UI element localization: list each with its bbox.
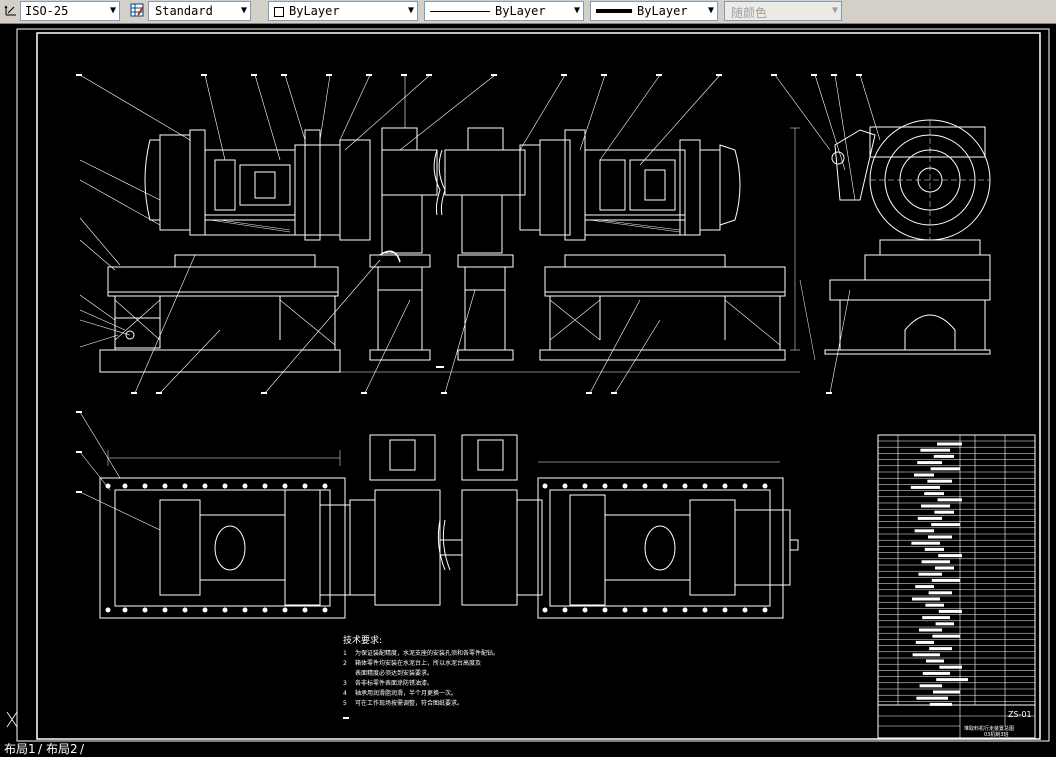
tab-separator-icon: / [38, 742, 43, 756]
tech-note-1: 为保证装配精度，水泥支座的安装孔须和各零件配钻。 [355, 649, 499, 657]
tech-note-2: 箱体零件均安装在水泥台上，所以水泥台高度及 [355, 659, 481, 667]
table-style-select[interactable]: Standard ▼ [148, 1, 251, 21]
tech-note-3: 各非标零件表面涂防锈油漆。 [355, 679, 433, 687]
parts-list-cell-text [914, 529, 934, 533]
chevron-down-icon: ▼ [109, 5, 116, 16]
parts-list-cell-text [917, 461, 942, 465]
parts-list-cell-text [919, 628, 942, 632]
parts-list-cell-text [934, 510, 954, 514]
color-select[interactable]: ByLayer ▼ [268, 1, 418, 21]
parts-list-cell-text [915, 585, 934, 589]
tech-note-5-num: 5 [343, 700, 347, 707]
linetype-value: ByLayer [495, 4, 546, 18]
lineweight-select[interactable]: ByLayer ▼ [590, 1, 718, 21]
tech-note-2-num: 2 [343, 660, 347, 667]
linetype-preview-icon [430, 11, 490, 12]
parts-list-cell-text [937, 442, 962, 446]
parts-list-cell-text [931, 578, 960, 582]
parts-list-cell-text [928, 535, 952, 539]
parts-list-cell-text [921, 504, 950, 508]
parts-list-cell-text [920, 448, 950, 452]
parts-list-cell-text [927, 479, 952, 483]
tab-layout1[interactable]: 布局1 [4, 742, 36, 757]
ucs-icon [6, 711, 18, 728]
chevron-down-icon: ▼ [573, 5, 580, 16]
front-view [76, 74, 881, 394]
plot-style-value: 随颜色 [731, 6, 768, 20]
parts-list-cell-text [917, 516, 942, 520]
parts-list-cell-text [924, 492, 944, 496]
parts-list-cell-text [924, 547, 944, 551]
lineweight-value: ByLayer [637, 4, 688, 18]
linetype-select[interactable]: ByLayer ▼ [424, 1, 584, 21]
chevron-down-icon: ▼ [407, 5, 414, 16]
parts-list-cell-text [919, 684, 942, 688]
parts-list-cell-text [922, 671, 950, 675]
lineweight-preview-icon [596, 9, 632, 13]
parts-list-cell-text [932, 634, 960, 638]
parts-list-cell-text [911, 541, 940, 545]
parts-list-cell-text [922, 616, 950, 620]
properties-toolbar: ISO-25 ▼ Standard ▼ ByLayer ▼ ByLayer ▼ … [0, 0, 1056, 24]
tab-separator-icon: / [80, 742, 85, 756]
color-value: ByLayer [289, 4, 340, 18]
technical-notes: 技术要求: 1 为保证装配精度，水泥支座的安装孔须和各零件配钻。 2 箱体零件均… [343, 634, 499, 707]
dimension-style-icon[interactable] [4, 3, 18, 17]
tab-layout2[interactable]: 布局2 [46, 742, 78, 757]
parts-list-cell-text [914, 473, 934, 477]
tech-note-5: 可在工作现场按需调整，符合图纸要求。 [355, 699, 463, 707]
plan-view [76, 411, 799, 719]
tech-notes-title: 技术要求: [343, 634, 382, 646]
parts-list-cell-text [926, 659, 944, 663]
dimension-style-select[interactable]: ISO-25 ▼ [20, 1, 120, 21]
parts-list-cell-text [935, 566, 954, 570]
chevron-down-icon: ▼ [831, 5, 838, 16]
table-style-value: Standard [155, 4, 213, 18]
tech-note-3-num: 3 [343, 680, 347, 687]
parts-list-cell-text [938, 554, 962, 558]
sheet-outer-border [16, 28, 1050, 742]
parts-list-cell-text [931, 523, 960, 527]
parts-list-cell-text [910, 485, 940, 489]
parts-list-cell-text [928, 591, 952, 595]
drawing-class: 03机制3班 [984, 731, 1009, 738]
parts-list [877, 434, 1036, 706]
parts-list-cell-text [933, 454, 954, 458]
drawing-sheet: 技术要求: 1 为保证装配精度，水泥支座的安装孔须和各零件配钻。 2 箱体零件均… [6, 28, 1050, 742]
drawing-number: ZS-01 [1008, 710, 1032, 719]
tech-note-4-num: 4 [343, 690, 347, 697]
parts-list-cell-text [939, 665, 962, 669]
table-style-icon[interactable] [130, 3, 144, 17]
tech-note-4: 轴承用润滑脂润滑，半个月更换一次。 [355, 689, 457, 697]
parts-list-cell-text [918, 572, 942, 576]
chevron-down-icon: ▼ [707, 5, 714, 16]
parts-list-cell-text [915, 640, 934, 644]
parts-list-cell-text [916, 696, 948, 700]
plot-style-select[interactable]: 随颜色 ▼ [724, 1, 842, 21]
parts-list-cell-text [938, 609, 962, 613]
parts-list-cell-text [933, 690, 960, 694]
parts-list-cell-text [930, 467, 960, 471]
side-view [799, 119, 991, 361]
parts-list-cell-text [929, 647, 952, 651]
parts-list-cell-text [912, 597, 940, 601]
parts-list-cell-text [935, 622, 954, 626]
color-swatch-icon [274, 7, 284, 17]
tech-note-1-num: 1 [343, 650, 347, 657]
parts-list-cell-text [912, 653, 940, 657]
tech-note-2b: 表面精度必须达到安装要求。 [355, 669, 433, 677]
chevron-down-icon: ▼ [240, 5, 247, 16]
model-space-canvas[interactable]: 技术要求: 1 为保证装配精度，水泥支座的安装孔须和各零件配钻。 2 箱体零件均… [0, 24, 1056, 742]
parts-list-cell-text [937, 498, 962, 502]
layout-tab-bar: 布局1 / 布局2 / [0, 742, 1056, 757]
drawing-name: 堆取料机行走装置总图 [964, 725, 1014, 732]
dimension-style-value: ISO-25 [25, 4, 69, 18]
title-block: ZS-01 堆取料机行走装置总图 03机制3班 [877, 704, 1036, 739]
parts-list-cell-text [936, 678, 968, 682]
parts-list-cell-text [925, 603, 944, 607]
parts-list-cell-text [921, 560, 950, 564]
